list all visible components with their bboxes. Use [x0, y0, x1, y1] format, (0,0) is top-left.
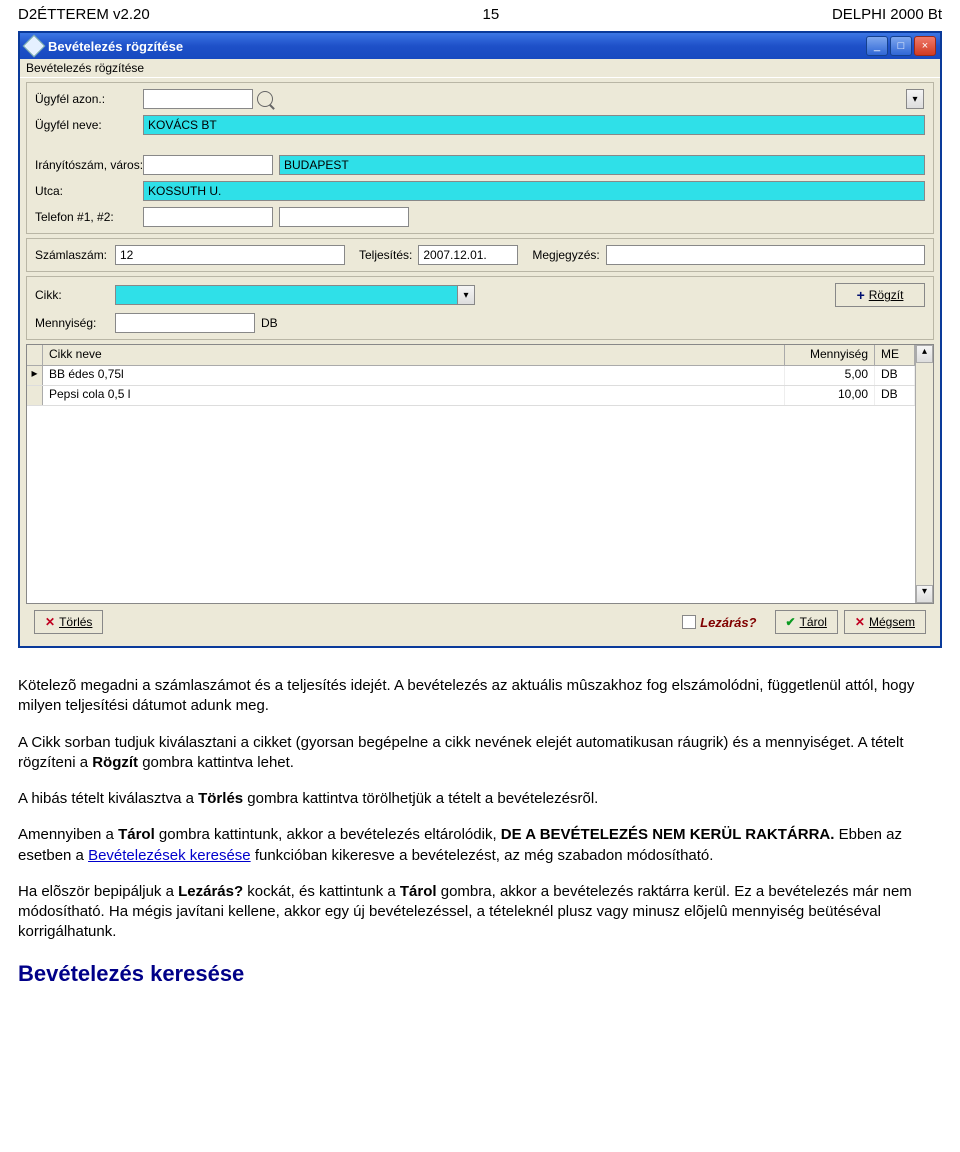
- lezaras-label: Lezárás?: [700, 615, 756, 630]
- app-icon: [23, 35, 46, 58]
- doc-paragraph: A Cikk sorban tudjuk kiválasztani a cikk…: [18, 733, 942, 774]
- check-icon: ✔: [786, 615, 796, 629]
- ugyfel-azon-label: Ügyfél azon.:: [35, 92, 143, 106]
- doc-paragraph: A hibás tételt kiválasztva a Törlés gomb…: [18, 789, 942, 809]
- cell-me: DB: [875, 386, 915, 405]
- maximize-button[interactable]: □: [890, 36, 912, 56]
- rogzit-label: Rögzít: [869, 288, 904, 302]
- vertical-scrollbar[interactable]: ▴ ▾: [915, 345, 933, 603]
- doc-paragraph: Kötelezõ megadni a számlaszámot és a tel…: [18, 676, 942, 717]
- items-grid[interactable]: Cikk neve Mennyiség ME ▸ BB édes 0,75l 5…: [26, 344, 934, 604]
- titlebar[interactable]: Bevételezés rögzítése _ □ ×: [20, 33, 940, 59]
- ugyfel-neve-input[interactable]: [143, 115, 925, 135]
- col-header-me[interactable]: ME: [875, 345, 915, 365]
- mennyiseg-label: Mennyiség:: [35, 316, 115, 330]
- doc-paragraph: Ha elõször bepipáljuk a Lezárás? kockát,…: [18, 882, 942, 943]
- dropdown-button[interactable]: ▾: [906, 89, 924, 109]
- bottom-toolbar: ✕ Törlés Lezárás? ✔ Tárol ✕ Mégsem: [26, 604, 934, 640]
- window-title: Bevételezés rögzítése: [48, 39, 866, 54]
- tarol-button[interactable]: ✔ Tárol: [775, 610, 838, 634]
- cell-name: Pepsi cola 0,5 l: [43, 386, 785, 405]
- menubar-item[interactable]: Bevételezés rögzítése: [20, 59, 940, 78]
- mennyiseg-input[interactable]: [115, 313, 255, 333]
- ugyfel-neve-label: Ügyfél neve:: [35, 118, 143, 132]
- minimize-button[interactable]: _: [866, 36, 888, 56]
- teljesites-label: Teljesítés:: [359, 248, 412, 262]
- cikk-input[interactable]: [115, 285, 458, 305]
- col-header-name[interactable]: Cikk neve: [43, 345, 785, 365]
- doc-body: Kötelezõ megadni a számlaszámot és a tel…: [18, 676, 942, 988]
- irsz-input[interactable]: [143, 155, 273, 175]
- tel1-input[interactable]: [143, 207, 273, 227]
- unit-label: DB: [261, 316, 278, 330]
- plus-icon: +: [857, 287, 865, 303]
- cell-qty: 10,00: [785, 386, 875, 405]
- megjegyzes-input[interactable]: [606, 245, 925, 265]
- megsem-button[interactable]: ✕ Mégsem: [844, 610, 926, 634]
- tel2-input[interactable]: [279, 207, 409, 227]
- torles-label: Törlés: [59, 615, 92, 629]
- scroll-up-icon[interactable]: ▴: [916, 345, 933, 363]
- app-window: Bevételezés rögzítése _ □ × Bevételezés …: [18, 31, 942, 648]
- search-icon[interactable]: [257, 91, 273, 107]
- utca-input[interactable]: [143, 181, 925, 201]
- table-row[interactable]: Pepsi cola 0,5 l 10,00 DB: [27, 386, 915, 406]
- bevetelezesek-keresese-link[interactable]: Bevételezések keresése: [88, 847, 251, 864]
- cell-qty: 5,00: [785, 366, 875, 385]
- varos-input[interactable]: [279, 155, 925, 175]
- szamlaszam-input[interactable]: [115, 245, 345, 265]
- szamlaszam-label: Számlaszám:: [35, 248, 115, 262]
- header-page-number: 15: [482, 6, 499, 23]
- rogzit-button[interactable]: + Rögzít: [835, 283, 925, 307]
- item-entry-group: Cikk: ▾ + Rögzít Mennyiség: DB: [26, 276, 934, 340]
- ugyfel-azon-input[interactable]: [143, 89, 253, 109]
- torles-button[interactable]: ✕ Törlés: [34, 610, 103, 634]
- cikk-label: Cikk:: [35, 288, 115, 302]
- cell-me: DB: [875, 366, 915, 385]
- irsz-label: Irányítószám, város:: [35, 158, 143, 172]
- doc-page-header: D2ÉTTEREM v2.20 15 DELPHI 2000 Bt: [18, 6, 942, 23]
- lezaras-checkbox[interactable]: [682, 615, 696, 629]
- invoice-group: Számlaszám: Teljesítés: Megjegyzés:: [26, 238, 934, 272]
- tarol-label: Tárol: [800, 615, 827, 629]
- header-left: D2ÉTTEREM v2.20: [18, 6, 150, 23]
- megsem-label: Mégsem: [869, 615, 915, 629]
- table-row[interactable]: ▸ BB édes 0,75l 5,00 DB: [27, 366, 915, 386]
- utca-label: Utca:: [35, 184, 143, 198]
- cell-name: BB édes 0,75l: [43, 366, 785, 385]
- close-button[interactable]: ×: [914, 36, 936, 56]
- doc-paragraph: Amennyiben a Tárol gombra kattintunk, ak…: [18, 825, 942, 866]
- section-heading: Bevételezés keresése: [18, 959, 942, 989]
- x-icon: ✕: [45, 615, 55, 629]
- customer-group: Ügyfél azon.: ▾ Ügyfél neve: Irányítószá…: [26, 82, 934, 234]
- row-pointer-icon: ▸: [27, 366, 43, 385]
- scroll-down-icon[interactable]: ▾: [916, 585, 933, 603]
- megjegyzes-label: Megjegyzés:: [532, 248, 599, 262]
- row-pointer-icon: [27, 386, 43, 405]
- header-right: DELPHI 2000 Bt: [832, 6, 942, 23]
- row-pointer-header: [27, 345, 43, 365]
- x-icon: ✕: [855, 615, 865, 629]
- telefon-label: Telefon #1, #2:: [35, 210, 143, 224]
- cikk-dropdown-button[interactable]: ▾: [457, 285, 475, 305]
- col-header-qty[interactable]: Mennyiség: [785, 345, 875, 365]
- teljesites-input[interactable]: [418, 245, 518, 265]
